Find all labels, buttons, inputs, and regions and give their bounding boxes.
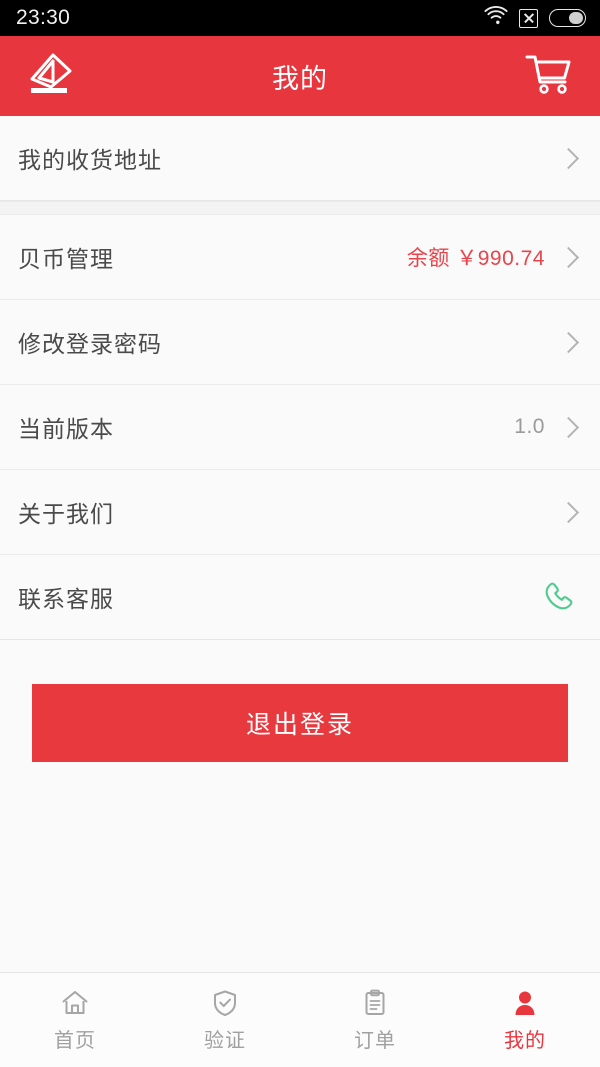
content-spacer bbox=[0, 867, 600, 972]
row-label: 我的收货地址 bbox=[18, 147, 162, 173]
row-about-us[interactable]: 关于我们 bbox=[0, 470, 600, 555]
row-label: 当前版本 bbox=[18, 416, 114, 442]
phone-icon[interactable] bbox=[538, 577, 578, 617]
logout-area: 退出登录 bbox=[0, 640, 600, 762]
settings-list: 我的收货地址 贝币管理 余额 ￥990.74 修改登录密码 当前版本 1.0 关… bbox=[0, 116, 600, 867]
row-label: 贝币管理 bbox=[18, 246, 114, 272]
tab-mine[interactable]: 我的 bbox=[450, 973, 600, 1067]
tab-orders[interactable]: 订单 bbox=[300, 973, 450, 1067]
row-shipping-address[interactable]: 我的收货地址 bbox=[0, 116, 600, 201]
person-icon bbox=[510, 987, 540, 1019]
tab-home[interactable]: 首页 bbox=[0, 973, 150, 1067]
battery-icon bbox=[549, 9, 586, 27]
row-contact-service[interactable]: 联系客服 bbox=[0, 555, 600, 640]
tab-label: 首页 bbox=[54, 1030, 96, 1052]
shopping-cart-button[interactable] bbox=[518, 48, 580, 104]
home-icon bbox=[60, 987, 90, 1019]
logout-button[interactable]: 退出登录 bbox=[32, 684, 568, 762]
list-section-divider bbox=[0, 201, 600, 215]
clipboard-icon bbox=[360, 987, 390, 1019]
chevron-right-icon bbox=[557, 246, 580, 268]
brand-logo-icon bbox=[23, 49, 79, 104]
list-group-2: 贝币管理 余额 ￥990.74 修改登录密码 当前版本 1.0 关于我们 联系客… bbox=[0, 215, 600, 640]
row-change-password[interactable]: 修改登录密码 bbox=[0, 300, 600, 385]
shopping-cart-icon bbox=[523, 51, 575, 102]
wifi-icon bbox=[484, 5, 508, 30]
tab-label: 订单 bbox=[354, 1030, 396, 1052]
app-screen: 23:30 我的 我的收货地址 贝币管理 余额 ￥990.74 修改登录密码 当… bbox=[0, 0, 600, 1067]
signal-no-service-icon bbox=[519, 8, 538, 28]
bottom-tab-bar: 首页 验证 订单 我的 bbox=[0, 972, 600, 1067]
row-coin-management[interactable]: 贝币管理 余额 ￥990.74 bbox=[0, 215, 600, 300]
tab-label: 我的 bbox=[504, 1030, 546, 1052]
tab-verify[interactable]: 验证 bbox=[150, 973, 300, 1067]
status-bar: 23:30 bbox=[0, 0, 600, 36]
balance-value: 余额 ￥990.74 bbox=[406, 247, 545, 270]
chevron-right-icon bbox=[557, 147, 580, 169]
shield-check-icon bbox=[210, 987, 240, 1019]
chevron-right-icon bbox=[557, 416, 580, 438]
version-value: 1.0 bbox=[514, 415, 545, 438]
status-icons bbox=[484, 5, 586, 30]
page-title: 我的 bbox=[272, 63, 328, 94]
chevron-right-icon bbox=[557, 331, 580, 353]
row-label: 修改登录密码 bbox=[18, 331, 162, 357]
app-header: 我的 bbox=[0, 36, 600, 116]
row-label: 关于我们 bbox=[18, 501, 114, 527]
tab-label: 验证 bbox=[204, 1030, 246, 1052]
list-group-1: 我的收货地址 bbox=[0, 116, 600, 201]
status-time: 23:30 bbox=[16, 6, 71, 29]
row-label: 联系客服 bbox=[18, 586, 114, 612]
row-current-version[interactable]: 当前版本 1.0 bbox=[0, 385, 600, 470]
brand-logo-button[interactable] bbox=[20, 48, 82, 104]
chevron-right-icon bbox=[557, 501, 580, 523]
